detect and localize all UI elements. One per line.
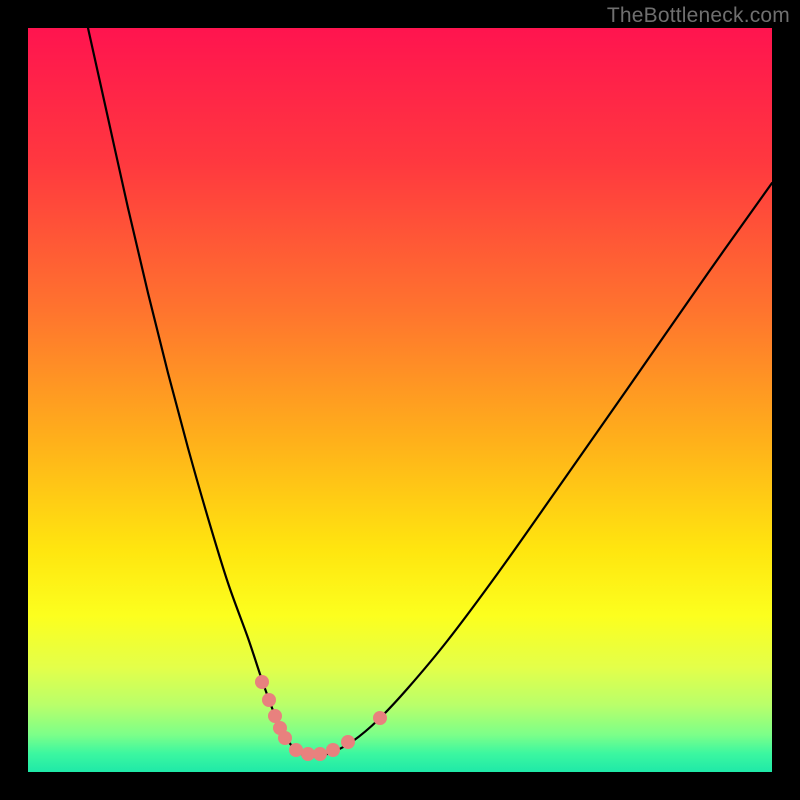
trough-marker: [255, 675, 269, 689]
curve-layer: [28, 28, 772, 772]
marker-group: [255, 675, 387, 761]
watermark-text: TheBottleneck.com: [607, 4, 790, 28]
trough-marker: [278, 731, 292, 745]
chart-frame: TheBottleneck.com: [0, 0, 800, 800]
trough-marker: [301, 747, 315, 761]
trough-marker: [289, 743, 303, 757]
trough-marker: [326, 743, 340, 757]
plot-area: [28, 28, 772, 772]
trough-marker: [262, 693, 276, 707]
trough-marker: [341, 735, 355, 749]
trough-marker: [373, 711, 387, 725]
trough-marker: [268, 709, 282, 723]
bottleneck-curve: [88, 28, 772, 757]
trough-marker: [313, 747, 327, 761]
